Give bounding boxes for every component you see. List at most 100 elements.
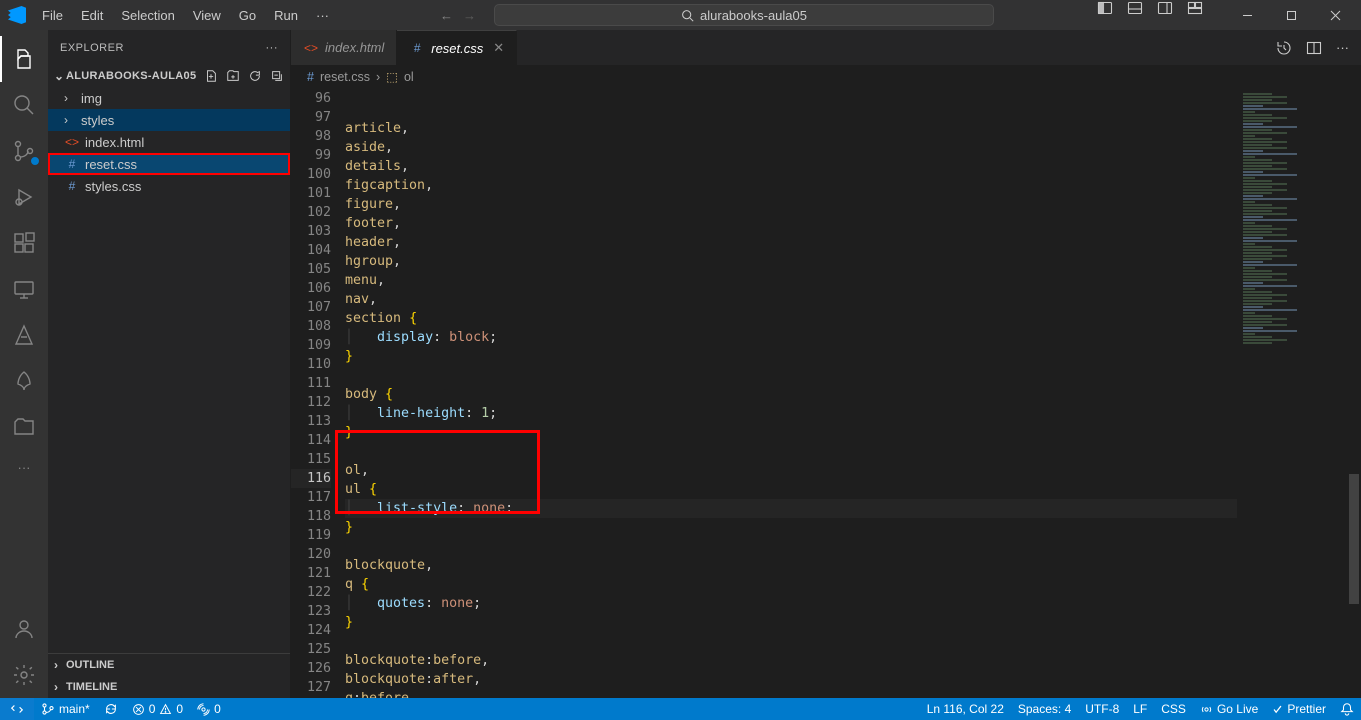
breadcrumb-file: reset.css [320, 70, 370, 84]
file-styles-css[interactable]: # styles.css [48, 175, 290, 197]
activity-azure-icon[interactable] [0, 312, 48, 358]
breadcrumb-symbol: ol [404, 70, 414, 84]
encoding[interactable]: UTF-8 [1078, 698, 1126, 720]
nav-back-icon[interactable]: ← [440, 8, 453, 23]
menu-run[interactable]: Run [266, 4, 306, 27]
layout-panel-right-icon[interactable] [1157, 0, 1173, 30]
html-file-icon: <> [303, 40, 319, 56]
ports-count: 0 [214, 702, 221, 716]
main-menu: File Edit Selection View Go Run ··· [34, 4, 337, 27]
editor-area: <> index.html # reset.css ✕ ··· # reset.… [291, 30, 1361, 698]
layout-panel-bottom-icon[interactable] [1127, 0, 1143, 30]
project-header[interactable]: ⌄ ALURABOOKS-AULA05 [48, 65, 290, 87]
close-icon[interactable]: ✕ [493, 40, 504, 56]
chevron-right-icon: › [64, 113, 76, 127]
problems-indicator[interactable]: 0 0 [125, 698, 190, 720]
menu-view[interactable]: View [185, 4, 229, 27]
menu-overflow[interactable]: ··· [308, 4, 337, 27]
refresh-icon[interactable] [248, 69, 262, 83]
language-mode[interactable]: CSS [1154, 698, 1193, 720]
folder-img[interactable]: › img [48, 87, 290, 109]
css-file-icon: # [307, 70, 314, 84]
sync-button[interactable] [97, 698, 125, 720]
file-reset-css[interactable]: # reset.css [48, 153, 290, 175]
tab-reset-css[interactable]: # reset.css ✕ [397, 30, 517, 65]
sidebar-more-icon[interactable]: ··· [266, 42, 279, 54]
activity-project-icon[interactable] [0, 404, 48, 450]
cursor-position[interactable]: Ln 116, Col 22 [920, 698, 1011, 720]
window-close-icon[interactable] [1313, 0, 1357, 30]
activity-search-icon[interactable] [0, 82, 48, 128]
activity-explorer-icon[interactable] [0, 36, 48, 82]
minimap[interactable] [1237, 89, 1347, 698]
layout-customize-icon[interactable] [1187, 0, 1203, 30]
prettier[interactable]: Prettier [1265, 698, 1333, 720]
tab-label: index.html [325, 40, 384, 55]
vertical-scrollbar[interactable] [1347, 89, 1361, 698]
code-content[interactable]: article,aside,details,figcaption,figure,… [345, 89, 1361, 698]
ports-indicator[interactable]: 0 [190, 698, 228, 720]
branch-name: main* [59, 702, 90, 716]
remote-indicator[interactable] [0, 698, 34, 720]
file-label: index.html [85, 135, 144, 150]
menu-edit[interactable]: Edit [73, 4, 111, 27]
go-live-label: Go Live [1217, 702, 1258, 716]
code-editor[interactable]: 9697989910010110210310410510610710810911… [291, 89, 1361, 698]
git-branch[interactable]: main* [34, 698, 97, 720]
warnings-count: 0 [176, 702, 183, 716]
go-live[interactable]: Go Live [1193, 698, 1265, 720]
menu-file[interactable]: File [34, 4, 71, 27]
indentation[interactable]: Spaces: 4 [1011, 698, 1078, 720]
activity-remote-icon[interactable] [0, 266, 48, 312]
activity-extensions-icon[interactable] [0, 220, 48, 266]
editor-tabs: <> index.html # reset.css ✕ ··· [291, 30, 1361, 65]
search-icon [681, 9, 694, 22]
tab-index-html[interactable]: <> index.html [291, 30, 397, 65]
new-file-icon[interactable] [204, 69, 218, 83]
activity-bar: ··· [0, 30, 48, 698]
folder-label: img [81, 91, 102, 106]
chevron-right-icon: › [64, 91, 76, 105]
section-timeline[interactable]: › TIMELINE [48, 676, 290, 698]
menu-go[interactable]: Go [231, 4, 264, 27]
more-actions-icon[interactable]: ··· [1336, 40, 1349, 55]
command-center-search[interactable]: alurabooks-aula05 [494, 4, 994, 26]
window-maximize-icon[interactable] [1269, 0, 1313, 30]
symbol-icon: ⬚ [386, 69, 398, 84]
tab-label: reset.css [431, 41, 483, 56]
line-gutter: 9697989910010110210310410510610710810911… [291, 89, 345, 698]
section-outline[interactable]: › OUTLINE [48, 654, 290, 676]
history-icon[interactable] [1276, 40, 1292, 56]
file-tree: › img › styles <> index.html # reset.css… [48, 87, 290, 653]
window-minimize-icon[interactable] [1225, 0, 1269, 30]
activity-settings-icon[interactable] [0, 652, 48, 698]
titlebar: File Edit Selection View Go Run ··· ← → … [0, 0, 1361, 30]
folder-styles[interactable]: › styles [48, 109, 290, 131]
activity-account-icon[interactable] [0, 606, 48, 652]
css-file-icon: # [409, 40, 425, 56]
sidebar-explorer: EXPLORER ··· ⌄ ALURABOOKS-AULA05 › img ›… [48, 30, 291, 698]
vscode-logo-icon [8, 6, 26, 24]
chevron-right-icon: › [54, 658, 66, 672]
css-file-icon: # [64, 156, 80, 172]
activity-run-debug-icon[interactable] [0, 174, 48, 220]
folder-label: styles [81, 113, 114, 128]
chevron-right-icon: › [54, 680, 66, 694]
breadcrumb[interactable]: # reset.css › ⬚ ol [291, 65, 1361, 89]
chevron-down-icon: ⌄ [54, 69, 66, 83]
eol[interactable]: LF [1126, 698, 1154, 720]
activity-liveshare-icon[interactable] [0, 358, 48, 404]
chevron-right-icon: › [376, 70, 380, 84]
activity-source-control-icon[interactable] [0, 128, 48, 174]
notifications-icon[interactable] [1333, 698, 1361, 720]
activity-more-icon[interactable]: ··· [0, 450, 48, 484]
file-index-html[interactable]: <> index.html [48, 131, 290, 153]
collapse-all-icon[interactable] [270, 69, 284, 83]
html-file-icon: <> [64, 134, 80, 150]
layout-panel-left-icon[interactable] [1097, 0, 1113, 30]
new-folder-icon[interactable] [226, 69, 240, 83]
menu-selection[interactable]: Selection [113, 4, 182, 27]
statusbar: main* 0 0 0 Ln 116, Col 22 Spaces: 4 UTF… [0, 698, 1361, 720]
nav-forward-icon[interactable]: → [463, 8, 476, 23]
split-editor-icon[interactable] [1306, 40, 1322, 56]
